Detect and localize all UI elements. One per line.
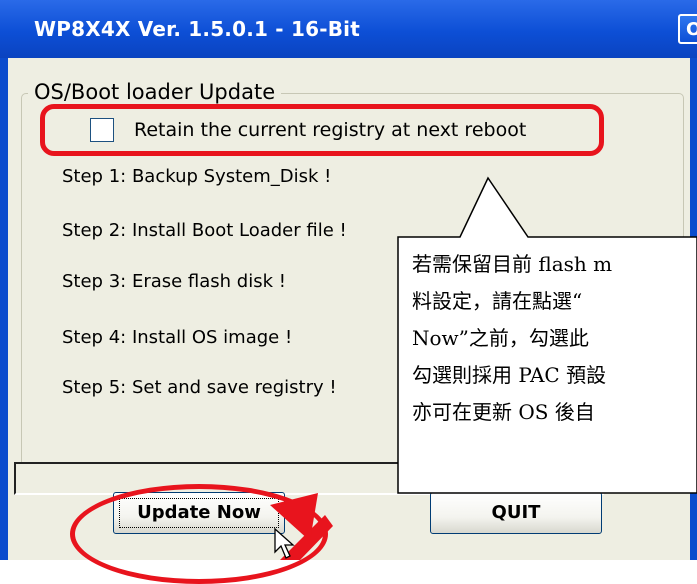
callout-line: 亦可在更新 OS 後自: [412, 400, 595, 424]
mouse-pointer-icon: [274, 528, 295, 559]
callout-line: Now”之前，勾選此: [412, 326, 589, 350]
callout-line: 若需保留目前 flash m: [412, 252, 613, 276]
callout-line: 料設定，請在點選“: [412, 289, 583, 313]
callout-text: 若需保留目前 flash m 料設定，請在點選“ Now”之前，勾選此 勾選則採…: [400, 246, 697, 492]
callout-line: 勾選則採用 PAC 預設: [412, 363, 607, 387]
